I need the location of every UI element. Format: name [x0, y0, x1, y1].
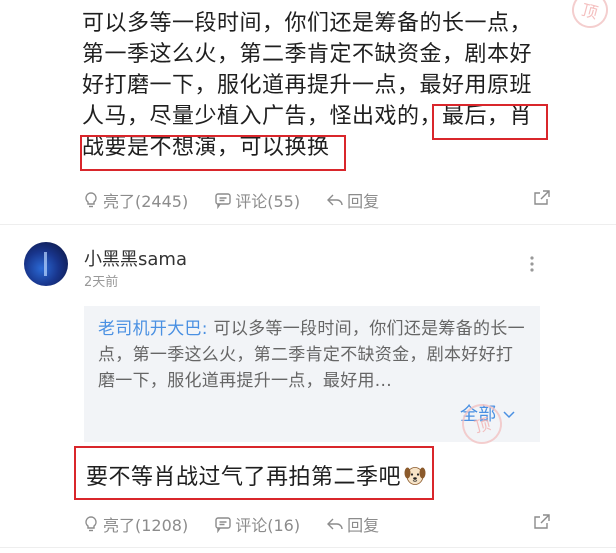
comment-action-bar: 亮了(2445) 评论(55) 回复 — [82, 185, 552, 215]
reply-icon — [327, 194, 343, 206]
reply-icon — [327, 518, 343, 530]
share-icon — [534, 514, 550, 529]
comment-body: 可以多等一段时间，你们还是筹备的长一点，第一季这么火，第二季肯定不缺资金，剧本好… — [82, 11, 533, 160]
comment-button[interactable]: 评论(16) — [214, 512, 300, 536]
comment-divider — [0, 547, 616, 548]
more-options-button[interactable] — [528, 254, 536, 278]
post-time: 2天前 — [84, 275, 119, 290]
chevron-down-icon — [503, 411, 515, 419]
more-vertical-icon — [530, 256, 534, 272]
lightbulb-icon — [85, 192, 97, 208]
quote-author[interactable]: 老司机开大巴: — [98, 319, 208, 339]
username[interactable]: 小黑黑sama — [84, 245, 187, 271]
reply-button[interactable]: 回复 — [326, 188, 379, 212]
reply-button[interactable]: 回复 — [326, 512, 379, 536]
share-icon — [534, 190, 550, 205]
like-button[interactable]: 亮了(2445) — [82, 188, 188, 212]
comment-icon — [215, 193, 231, 209]
share-button[interactable] — [532, 512, 552, 536]
comment-button[interactable]: 评论(55) — [214, 188, 300, 212]
user-avatar[interactable] — [24, 242, 68, 286]
share-button[interactable] — [532, 188, 552, 212]
comment-action-bar: 亮了(1208) 评论(16) 回复 — [82, 509, 552, 539]
reply-body: 要不等肖战过气了再拍第二季吧 — [86, 459, 427, 491]
comment-divider — [0, 224, 616, 225]
lightbulb-icon — [85, 516, 97, 532]
watermark-stamp: 顶 — [567, 0, 613, 33]
dog-emoji-icon — [404, 467, 426, 485]
like-button[interactable]: 亮了(1208) — [82, 512, 188, 536]
comment-icon — [215, 517, 231, 533]
